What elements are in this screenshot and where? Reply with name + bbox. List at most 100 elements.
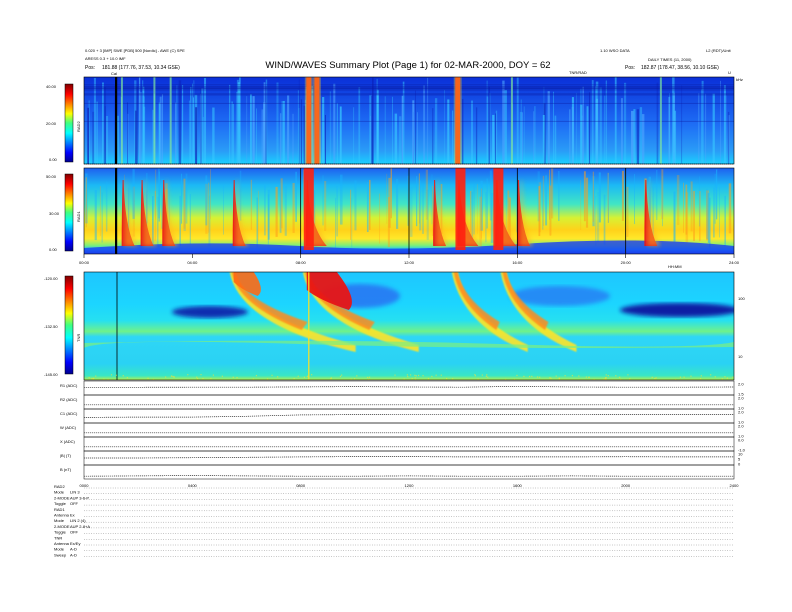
tnr-noise [555,375,557,377]
rad1-cal-line [115,168,118,254]
rad2-streak [399,116,402,164]
rad1-streak [105,181,108,232]
rad2-burst-halo [453,77,462,164]
stack-row-label: C1 (ADC) [60,411,78,416]
tnr-panel: -120.00 -132.50 -145.00 TNR 100 10 [44,271,745,381]
rad1-streak [409,186,413,237]
rad1-streak [181,173,183,224]
rad1-streak [592,171,594,222]
rad1-streak [295,171,297,222]
rad2-streak [261,109,264,164]
tnr-noise [477,378,479,380]
rad1-streak [335,197,336,248]
rad2-streak [591,80,594,164]
rad2-streak [447,99,450,164]
rad2-streak [401,95,404,164]
rad2-streak [554,115,557,164]
rad2-streak [236,79,240,164]
info-value: OFF [70,530,79,535]
rad1-streak [185,173,188,224]
rad1-streak [379,193,381,244]
rad1-streak [390,168,392,219]
rad1-streak [580,180,582,231]
stack-row-frame [83,380,735,396]
rad2-streak [192,83,193,164]
header-left-line2: ARESS 0.3 + 10.0 IMF [85,56,126,61]
tnr-noise [481,374,483,376]
rad1-streak [99,186,101,237]
rad2-streak [416,112,418,164]
rad2-streak [701,80,704,164]
tnr-noise [607,374,609,377]
rad2-streak [353,107,355,164]
rad2-streak [229,84,231,164]
rad2-band [84,102,734,104]
rad2-streak [605,80,608,164]
stack-row-label: W (ADC) [60,425,77,430]
rad1-streak [583,171,586,222]
header-right-pos-label: Pos: [625,65,635,71]
rad2-burst [659,77,662,164]
tnr-noise [368,376,371,378]
tnr-noise [440,374,442,376]
tnr-noise [110,374,113,376]
rad1-streak [94,190,97,241]
rad2-streak [604,95,606,164]
rad2-streak [471,100,473,164]
rad2-burst [510,77,513,164]
rad2-streak [423,85,425,164]
rad1-streak [683,182,684,233]
tnr-noise [92,378,94,380]
tnr-ytick-0: -120.00 [44,276,58,281]
rad1-streak [481,188,482,239]
rad1-streak [656,169,658,220]
rad2-ytick-2: 0.00 [49,157,58,162]
rad1-streak [354,180,357,231]
rad1-streak [324,180,327,231]
rad2-streak [461,98,464,164]
tnr-noise [252,378,255,380]
tnr-noise [486,374,488,376]
chart-title: WIND/WAVES Summary Plot (Page 1) for 02-… [265,60,550,71]
rad2-streak [231,101,233,164]
tnr-noise [212,374,214,376]
tnr-background [84,272,734,380]
rad2-streak [265,86,267,164]
tnr-ylabel: TNR [76,334,81,342]
stack-row-label: R1 (ADC) [60,383,78,388]
stack-row-tick: 2.0 [738,424,744,429]
rad1-streak [714,173,716,224]
stack-row-line [84,456,734,459]
parameter-stack: R1 (ADC) 2.01.5R2 (ADC) 2.01.0C1 (ADC) 2.01… [60,380,746,480]
rad2-band [84,94,734,96]
rad2-streak [159,96,162,164]
rad2-streak [140,92,142,164]
tnr-noise [356,375,358,377]
rad2-streak [599,87,602,164]
stack-row-tick: 0.0 [738,438,744,443]
cal-label: Cal [111,71,117,76]
tnr-noise [200,374,202,376]
rad2-streak [720,80,721,164]
tnr-noise [452,378,454,380]
rad2-streak [492,114,495,164]
rad2-streak [669,93,670,164]
rad2-streak [452,110,454,164]
stack-row-frame [83,464,735,480]
rad2-streak [371,96,373,164]
rad2-streak [726,95,727,164]
rad2-streak [633,109,636,164]
rad1-streak [545,175,548,226]
tnr-noise [427,377,430,380]
rad1-streak [608,172,610,223]
rad1-streak [693,190,695,241]
rad1-burst-core [493,168,504,250]
tnr-noise [367,376,369,379]
rad1-ytick-1: 30.00 [49,211,60,216]
rad2-streak [502,80,505,164]
rad2-streak [519,111,523,164]
info-value: OFF [70,501,79,506]
rad1-streak [222,184,224,235]
tnr-noise [679,376,682,378]
rad2-streak [488,86,490,164]
